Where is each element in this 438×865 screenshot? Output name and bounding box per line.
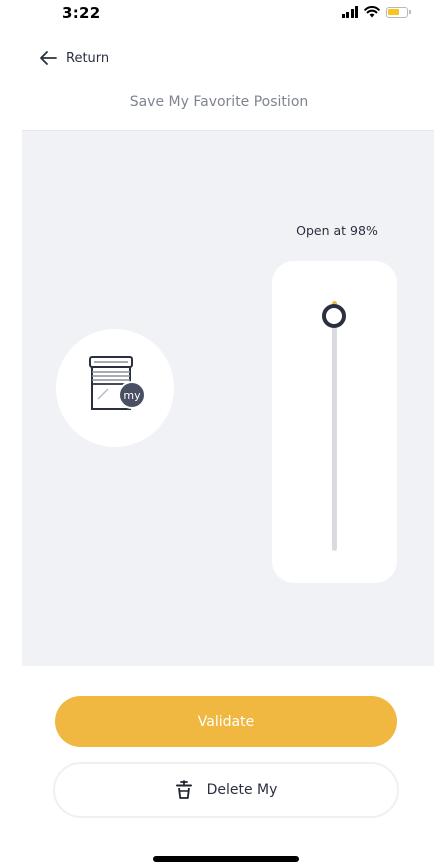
device-avatar: my bbox=[56, 329, 174, 447]
position-slider-track[interactable] bbox=[332, 301, 337, 551]
page-title: Save My Favorite Position bbox=[129, 94, 309, 110]
my-badge-text: my bbox=[123, 389, 141, 402]
wifi-icon bbox=[364, 6, 380, 18]
home-indicator bbox=[153, 856, 299, 862]
trash-icon bbox=[175, 780, 192, 799]
slider-card bbox=[272, 261, 397, 583]
position-panel: my Open at 98% bbox=[22, 130, 434, 666]
return-button[interactable]: Return bbox=[38, 50, 109, 66]
status-time: 3:22 bbox=[62, 4, 101, 22]
position-label: Open at 98% bbox=[296, 223, 378, 238]
validate-button[interactable]: Validate bbox=[55, 696, 397, 747]
signal-icon bbox=[341, 6, 358, 18]
status-icons bbox=[341, 6, 411, 18]
return-label: Return bbox=[66, 50, 110, 66]
delete-my-button[interactable]: Delete My bbox=[53, 762, 399, 818]
status-bar: 3:22 bbox=[0, 0, 438, 30]
arrow-left-icon bbox=[40, 51, 57, 65]
position-slider-thumb[interactable] bbox=[322, 304, 346, 328]
battery-icon bbox=[386, 6, 411, 18]
blind-my-icon: my bbox=[89, 356, 146, 410]
delete-my-label: Delete My bbox=[206, 782, 278, 798]
